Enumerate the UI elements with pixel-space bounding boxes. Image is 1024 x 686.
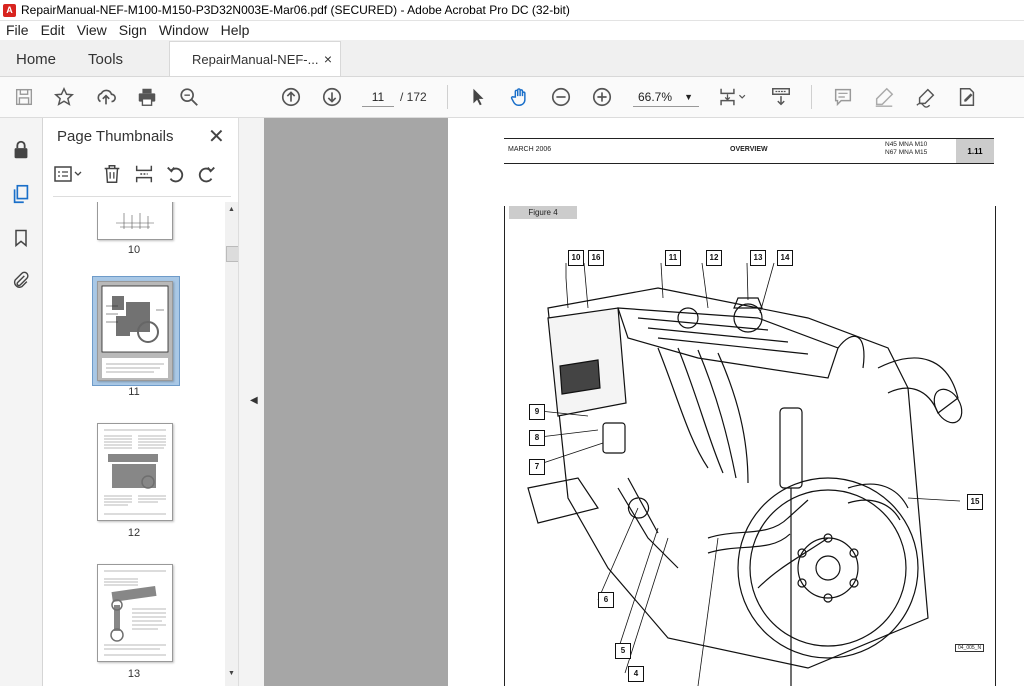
header-model-line-2: N67 MNA M15 (885, 149, 928, 156)
thumbnail-label: 11 (128, 386, 140, 398)
thumbnail-page[interactable] (97, 564, 173, 662)
figure-reference: 04_005_N (955, 644, 985, 652)
document-page: MARCH 2006 OVERVIEW N45 MNA M10 N67 MNA … (448, 118, 1024, 686)
thumbnail-list: 10 11 12 13 (43, 202, 223, 686)
highlight-pen-icon[interactable] (872, 85, 896, 109)
sign-pen-icon[interactable] (914, 85, 938, 109)
comment-icon[interactable] (831, 85, 855, 109)
menu-window[interactable]: Window (153, 22, 215, 38)
zoom-level-select[interactable]: 66.7% ▼ (633, 88, 699, 107)
rotate-clockwise-icon[interactable] (195, 163, 217, 185)
tab-home[interactable]: Home (0, 42, 72, 76)
header-section: OVERVIEW (730, 146, 768, 153)
page-thumbnails-panel: Page Thumbnails ✕ 10 11 12 13 ▲ ▼ (43, 118, 265, 686)
panel-toolbar (53, 162, 217, 186)
lock-icon[interactable] (9, 138, 33, 162)
rotate-counterclockwise-icon[interactable] (165, 163, 187, 185)
thumbnail-label: 12 (127, 527, 141, 539)
toolbar-divider (811, 85, 812, 109)
thumbnail-page[interactable] (97, 202, 173, 240)
find-zoom-icon[interactable] (177, 85, 201, 109)
panel-title: Page Thumbnails (57, 128, 174, 145)
menu-help[interactable]: Help (215, 22, 256, 38)
tab-close-icon[interactable]: × (324, 51, 332, 67)
fill-sign-icon[interactable] (955, 85, 979, 109)
save-icon[interactable] (12, 85, 36, 109)
header-date: MARCH 2006 (508, 146, 552, 153)
title-bar: A RepairManual-NEF-M100-M150-P3D32N003E-… (0, 0, 1024, 21)
callout-7: 7 (529, 459, 545, 475)
menu-edit[interactable]: Edit (35, 22, 71, 38)
upload-cloud-icon[interactable] (94, 85, 118, 109)
callout-10: 10 (568, 250, 584, 266)
engine-illustration (527, 262, 963, 686)
document-gutter (264, 118, 448, 686)
callout-11: 11 (665, 250, 681, 266)
collapse-panel-icon[interactable]: ◀ (250, 395, 258, 406)
window-title: RepairManual-NEF-M100-M150-P3D32N003E-Ma… (21, 3, 570, 17)
next-page-icon[interactable] (320, 85, 344, 109)
insert-pages-icon[interactable] (133, 163, 155, 185)
navigation-rail (0, 118, 43, 686)
callout-4: 4 (628, 666, 644, 682)
panel-splitter[interactable]: ◀ (238, 118, 265, 686)
thumbnail-page-selected[interactable] (97, 281, 173, 381)
previous-page-icon[interactable] (279, 85, 303, 109)
hand-tool-icon[interactable] (507, 85, 531, 109)
tab-document-label: RepairManual-NEF-... (192, 51, 319, 67)
callout-6: 6 (598, 592, 614, 608)
page-number-input[interactable]: 11 (362, 88, 394, 107)
menu-view[interactable]: View (71, 22, 113, 38)
page-thumbnails-icon[interactable] (9, 182, 33, 206)
callout-15: 15 (967, 494, 983, 510)
scroll-mode-icon[interactable] (769, 85, 793, 109)
page-number-box: 1.11 (956, 139, 994, 163)
figure-label: Figure 4 (509, 206, 577, 219)
zoom-out-icon[interactable] (549, 85, 573, 109)
print-icon[interactable] (135, 85, 159, 109)
page-total: / 172 (400, 90, 427, 104)
bookmark-star-icon[interactable] (52, 85, 76, 109)
thumbnail-page[interactable] (97, 423, 173, 521)
main-toolbar: 11 / 172 66.7% ▼ (0, 77, 1024, 118)
tab-bar: Home Tools RepairManual-NEF-... × (0, 40, 1024, 77)
attachment-paperclip-icon[interactable] (9, 268, 33, 292)
menu-sign[interactable]: Sign (113, 22, 153, 38)
thumbnail-label: 13 (127, 668, 141, 680)
select-arrow-icon[interactable] (466, 85, 490, 109)
toolbar-divider (447, 85, 448, 109)
header-model-line-1: N45 MNA M10 (885, 141, 928, 148)
panel-divider (53, 196, 231, 197)
close-icon[interactable]: ✕ (208, 124, 225, 149)
callout-5: 5 (615, 643, 631, 659)
page-header: MARCH 2006 OVERVIEW N45 MNA M10 N67 MNA … (504, 138, 994, 164)
page-fit-icon[interactable] (716, 85, 750, 109)
callout-12: 12 (706, 250, 722, 266)
callout-14: 14 (777, 250, 793, 266)
callout-8: 8 (529, 430, 545, 446)
delete-trash-icon[interactable] (101, 163, 123, 185)
zoom-in-icon[interactable] (590, 85, 614, 109)
scroll-down-icon[interactable]: ▼ (228, 670, 235, 677)
thumbnail-options-icon[interactable] (53, 164, 87, 184)
menu-file[interactable]: File (0, 22, 35, 38)
callout-13: 13 (750, 250, 766, 266)
zoom-value: 66.7% (638, 90, 673, 104)
menu-bar: File Edit View Sign Window Help (0, 20, 1024, 40)
chevron-down-icon: ▼ (684, 92, 693, 102)
thumbnail-scrollbar[interactable]: ▲ ▼ (225, 202, 239, 686)
callout-16: 16 (588, 250, 604, 266)
bookmark-icon[interactable] (9, 226, 33, 250)
tab-document[interactable]: RepairManual-NEF-... × (169, 41, 342, 76)
header-model: N45 MNA M10 N67 MNA M15 (885, 141, 927, 157)
scroll-up-icon[interactable]: ▲ (228, 206, 235, 213)
callout-9: 9 (529, 404, 545, 420)
thumbnail-label: 10 (127, 244, 141, 256)
acrobat-icon: A (3, 3, 16, 17)
tab-tools[interactable]: Tools (72, 42, 139, 76)
